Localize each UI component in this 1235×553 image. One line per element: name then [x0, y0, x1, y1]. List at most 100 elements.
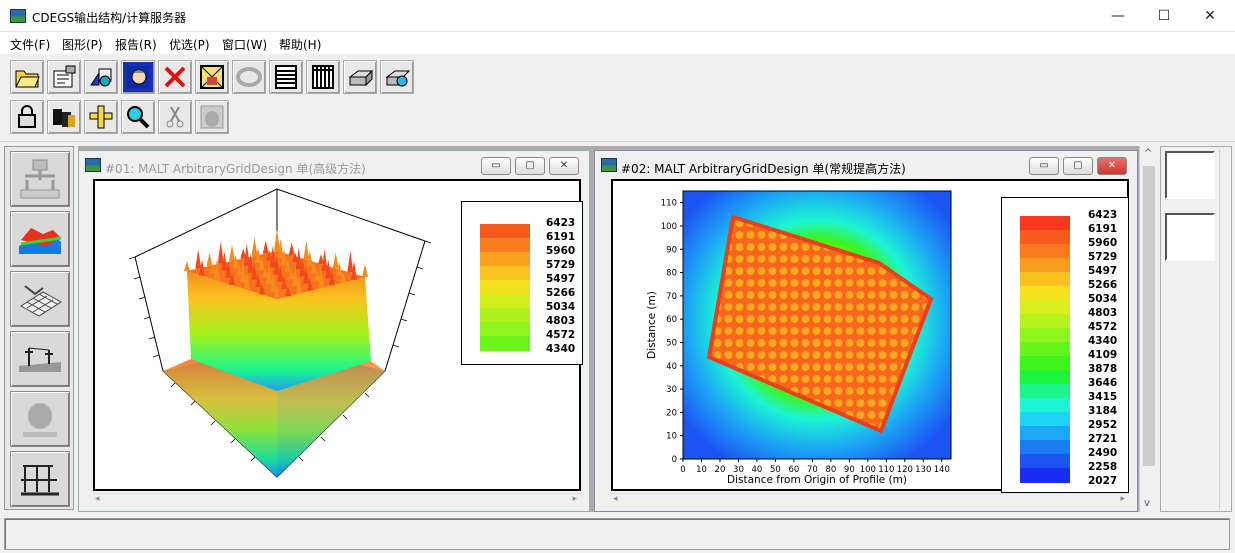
window2-title: #02: MALT ArbitraryGridDesign 单(常规提高方法) — [621, 162, 906, 176]
y-axis-label: Distance (m) — [646, 291, 658, 359]
window2-hscroll[interactable]: ◂ ▸ — [611, 493, 1129, 507]
report-grid-icon[interactable] — [306, 60, 340, 94]
close-button[interactable]: ✕ — [1187, 0, 1233, 32]
legend-label: 4572 — [546, 329, 576, 341]
scroll-up-arrow[interactable]: ^ — [1144, 148, 1152, 159]
y-tick-label: 70 — [666, 292, 677, 302]
legend-label: 4803 — [546, 315, 576, 327]
legend-swatch — [1020, 286, 1070, 301]
legend-swatch — [1020, 272, 1070, 287]
window2-minimize-button[interactable]: ▭ — [1029, 157, 1059, 175]
y-tick-label: 0 — [672, 455, 677, 465]
legend-label: 3184 — [1088, 405, 1118, 417]
right-panel-slot-1[interactable] — [1165, 151, 1215, 199]
menu-help[interactable]: 帮助(H) — [279, 36, 321, 53]
y-tick-label: 30 — [666, 385, 677, 395]
legend-label: 6423 — [546, 217, 576, 229]
menu-options[interactable]: 优选(P) — [169, 36, 210, 53]
x-tick-label: 10 — [696, 465, 707, 475]
window2-titlebar[interactable]: #02: MALT ArbitraryGridDesign 单(常规提高方法) … — [595, 151, 1137, 181]
image-frame-icon[interactable] — [195, 60, 229, 94]
portrait-icon[interactable] — [121, 60, 155, 94]
tool-icon[interactable] — [195, 100, 229, 134]
legend-label: 4340 — [546, 343, 576, 355]
report-list-icon[interactable] — [269, 60, 303, 94]
open-folder-icon[interactable] — [10, 60, 44, 94]
fault-source-icon[interactable] — [10, 151, 70, 207]
surface-spike — [206, 253, 213, 266]
menu-graphics[interactable]: 图形(P) — [62, 36, 103, 53]
y-tick-label: 80 — [666, 269, 677, 279]
cut-icon[interactable] — [158, 100, 192, 134]
legend-swatch — [1020, 314, 1070, 329]
grid-3d-icon[interactable] — [10, 271, 70, 327]
legend-label: 3415 — [1088, 391, 1118, 403]
x-axis-ticks: 0 10 20 30 40 50 60 70 80 90 100 110 120 130 140 — [680, 459, 950, 475]
toolbar — [0, 54, 1235, 142]
legend-label: 5960 — [1088, 237, 1118, 249]
legend-label: 5729 — [546, 259, 576, 271]
legend-swatch — [1020, 384, 1070, 399]
substation-icon[interactable] — [10, 451, 70, 507]
legend-swatch — [480, 252, 530, 267]
legend-3d: 6423 6191 5960 5729 5497 5266 5034 4803 4572 4340 — [461, 201, 583, 365]
legend-swatch — [480, 224, 530, 239]
minimize-button[interactable]: — — [1095, 0, 1141, 32]
legend-swatch — [1020, 244, 1070, 259]
lock-icon[interactable] — [10, 100, 44, 134]
legend-swatch — [480, 308, 530, 323]
menu-file[interactable]: 文件(F) — [10, 36, 50, 53]
surface-spike — [362, 264, 368, 277]
window1-titlebar[interactable]: #01: MALT ArbitraryGridDesign 单(高级方法) ▭ … — [79, 151, 589, 181]
title-bar: CDEGS输出结构/计算服务器 — ☐ ✕ — [0, 0, 1235, 32]
right-panel-slot-2[interactable] — [1165, 213, 1215, 261]
print-preview-icon[interactable] — [380, 60, 414, 94]
menu-bar: 文件(F) 图形(P) 报告(R) 优选(P) 窗口(W) 帮助(H) — [0, 32, 1235, 54]
surface-spike — [332, 252, 339, 269]
legend-swatch — [480, 238, 530, 253]
window-3d-plot[interactable]: #01: MALT ArbitraryGridDesign 单(高级方法) ▭ … — [78, 150, 590, 512]
status-bar — [4, 518, 1230, 550]
legend-label: 2721 — [1088, 433, 1118, 445]
surface-3d-icon[interactable] — [10, 211, 70, 267]
legend-swatch — [1020, 342, 1070, 357]
scroll-down-arrow[interactable]: v — [1144, 498, 1150, 509]
legend-swatch — [480, 322, 530, 337]
window-contour-plot[interactable]: #02: MALT ArbitraryGridDesign 单(常规提高方法) … — [594, 150, 1138, 512]
window2-close-button[interactable]: ✕ — [1097, 157, 1127, 175]
menu-window[interactable]: 窗口(W) — [222, 36, 267, 53]
legend-swatch — [1020, 426, 1070, 441]
x-tick-label: 20 — [715, 465, 726, 475]
window2-maximize-button[interactable]: ▢ — [1063, 157, 1093, 175]
legend-label: 5034 — [1088, 293, 1118, 305]
properties-icon[interactable] — [47, 60, 81, 94]
window1-hscroll[interactable]: ◂ ▸ — [93, 493, 581, 507]
legend-label: 5266 — [546, 287, 576, 299]
right-panel-scrollbar[interactable] — [1219, 149, 1231, 509]
shapes-icon[interactable] — [84, 60, 118, 94]
window1-close-button[interactable]: ✕ — [549, 157, 579, 175]
window1-minimize-button[interactable]: ▭ — [481, 157, 511, 175]
legend-contour: 6423 6191 5960 5729 5497 5266 5034 4803 4572 4340… — [1001, 197, 1129, 493]
maximize-button[interactable]: ☐ — [1141, 0, 1187, 32]
surface-spike — [184, 261, 190, 271]
window1-maximize-button[interactable]: ▢ — [515, 157, 545, 175]
scroll-thumb[interactable] — [1143, 166, 1155, 466]
legend-label: 5960 — [546, 245, 576, 257]
menu-report[interactable]: 报告(R) — [115, 36, 157, 53]
legend-swatch — [1020, 454, 1070, 469]
ruler-icon[interactable] — [84, 100, 118, 134]
legend-label: 4572 — [1088, 321, 1118, 333]
tower-terrain-icon[interactable] — [10, 331, 70, 387]
surface-spike — [195, 249, 202, 269]
rotate-icon[interactable] — [232, 60, 266, 94]
legend-label: 3878 — [1088, 363, 1118, 375]
zoom-icon[interactable] — [121, 100, 155, 134]
print-icon[interactable] — [343, 60, 377, 94]
mdi-vertical-scrollbar[interactable]: ^ v — [1139, 146, 1158, 512]
legend-swatch — [1020, 412, 1070, 427]
x-axis-label: Distance from Origin of Profile (m) — [727, 474, 907, 486]
batch-icon[interactable] — [47, 100, 81, 134]
delete-icon[interactable] — [158, 60, 192, 94]
ground-icon[interactable] — [10, 391, 70, 447]
